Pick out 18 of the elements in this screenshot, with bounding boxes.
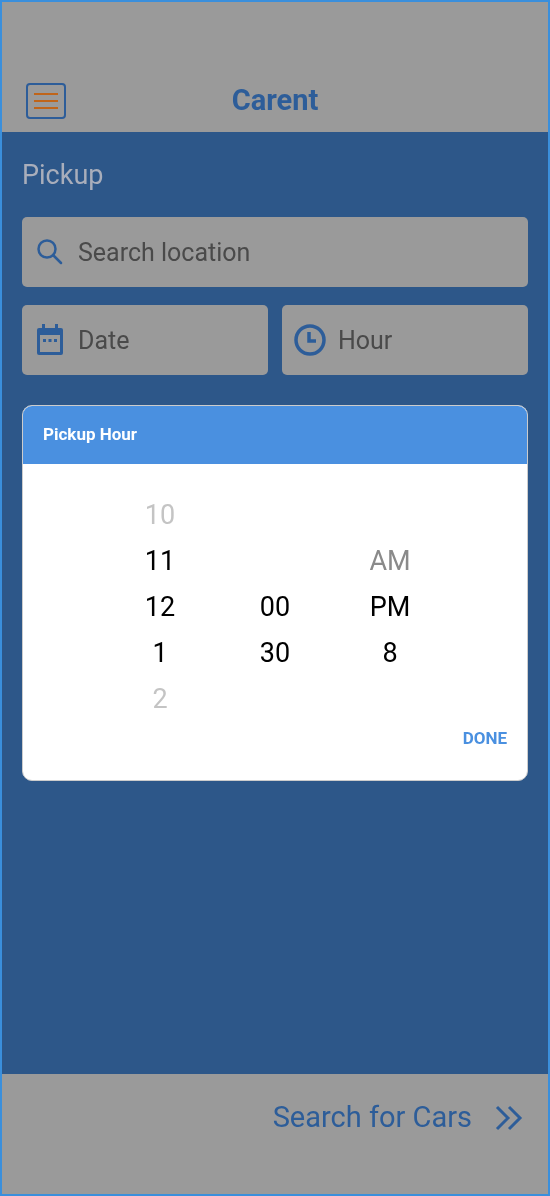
minute-option[interactable]: 30 [259, 632, 291, 674]
search-icon [36, 238, 64, 266]
hour-option[interactable]: 12 [144, 586, 176, 628]
clock-icon [294, 324, 326, 356]
double-chevron-icon [494, 1104, 524, 1131]
date-field[interactable]: Date [22, 305, 268, 375]
minute-option[interactable]: 00 [259, 586, 291, 628]
hour-option[interactable]: 1 [152, 632, 168, 674]
section-heading: Pickup [22, 162, 105, 189]
menu-button[interactable] [26, 83, 66, 119]
hour-option[interactable]: 11 [144, 540, 176, 582]
calendar-icon [36, 324, 64, 356]
dialog-title: Pickup Hour [43, 423, 138, 447]
hour-field[interactable]: Hour [282, 305, 528, 375]
period-option[interactable]: PM [369, 586, 411, 628]
location-field[interactable]: Search location [22, 217, 528, 287]
app-title: Carent [231, 82, 319, 120]
period-option[interactable]: 8 [382, 632, 398, 674]
